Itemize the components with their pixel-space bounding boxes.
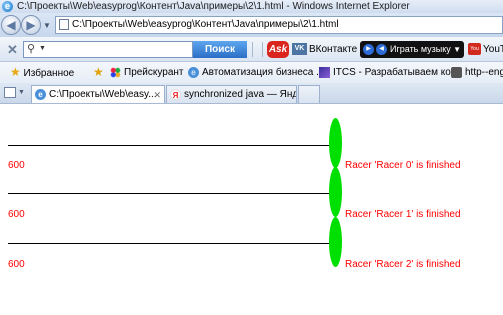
toolbar-separator — [262, 42, 263, 57]
vk-icon: VK — [292, 43, 307, 56]
tab-yandex[interactable]: Я synchronized java — Янде... — [166, 85, 297, 103]
address-url[interactable]: C:\Проекты\Web\easyprog\Контент\Java\при… — [72, 19, 339, 30]
race-track-line — [8, 145, 337, 146]
quick-tabs-icon[interactable] — [4, 87, 16, 98]
forward-button[interactable]: ▶ — [21, 15, 41, 35]
favorite-link-label: Автоматизация бизнеса ... — [202, 67, 325, 78]
internet-explorer-icon: e — [2, 1, 13, 12]
play-music-label: Играть музыку — [390, 44, 451, 54]
music-player[interactable]: ▶ ◀ Играть музыку ▼ — [360, 41, 464, 58]
yandex-icon: Я — [170, 89, 181, 100]
racer-ellipse — [329, 217, 342, 267]
racer-position: 600 — [8, 259, 25, 270]
chevron-down-icon[interactable]: ▼ — [453, 41, 461, 58]
favorite-link[interactable]: e Автоматизация бизнеса ... — [188, 62, 325, 83]
search-toolbar: ✕ ⚲ ▼ Поиск Ask VK ВКонтакте ▶ ◀ Играть м… — [0, 37, 503, 62]
star-icon: ★ — [10, 65, 21, 79]
favorite-link-label: Прейскурант — [124, 67, 184, 78]
address-row: ◀ ▶ ▼ C:\Проекты\Web\easyprog\Контент\Ja… — [0, 13, 503, 37]
arrow-left-icon: ◀ — [6, 18, 16, 32]
tab-bar: ▼ e C:\Проекты\Web\easy... ✕ Я synchroni… — [0, 83, 503, 104]
colored-dots-icon — [110, 66, 121, 78]
itcs-icon — [319, 66, 330, 78]
race-track-line — [8, 193, 337, 194]
racer-ellipse — [329, 118, 342, 168]
racer-ellipse — [329, 167, 342, 217]
vkontakte-label: ВКонтакте — [309, 44, 358, 55]
search-icon: ⚲ — [27, 43, 36, 55]
volume-icon[interactable]: ◀ — [376, 44, 387, 55]
arrow-right-icon: ▶ — [26, 18, 36, 32]
search-button[interactable]: Поиск — [193, 41, 247, 58]
window-title-bar: e C:\Проекты\Web\easyprog\Контент\Java\п… — [0, 0, 503, 13]
add-favorite-icon[interactable]: ★ — [93, 62, 104, 84]
favorite-link[interactable]: Прейскурант — [110, 62, 184, 83]
race-track-line — [8, 243, 337, 244]
favorites-button[interactable]: ★ Избранное — [10, 62, 74, 84]
favorites-bar: ★ Избранное ★ Прейскурант e Автоматизация… — [0, 62, 503, 83]
ie-page-icon: e — [35, 89, 46, 100]
racer-status: Racer 'Racer 1' is finished — [345, 209, 461, 220]
page-content: 600 Racer 'Racer 0' is finished 600 Race… — [0, 104, 503, 315]
favorite-link[interactable]: http--eng — [451, 62, 503, 83]
ask-icon[interactable]: Ask — [267, 41, 289, 58]
address-bar[interactable]: C:\Проекты\Web\easyprog\Контент\Java\при… — [55, 16, 503, 34]
youtube-icon: You — [468, 43, 481, 56]
vkontakte-button[interactable]: VK ВКонтакте — [292, 41, 357, 58]
tab-label: C:\Проекты\Web\easy... — [49, 89, 157, 100]
recent-pages-dropdown[interactable]: ▼ — [43, 21, 51, 30]
chevron-down-icon[interactable]: ▼ — [39, 45, 46, 52]
tab-current[interactable]: e C:\Проекты\Web\easy... ✕ — [31, 85, 165, 103]
racer-status: Racer 'Racer 0' is finished — [345, 160, 461, 171]
toolbar-separator — [252, 42, 253, 57]
favorite-link[interactable]: ITCS - Разрабатываем ко... — [319, 62, 459, 83]
window-title: C:\Проекты\Web\easyprog\Контент\Java\при… — [17, 1, 410, 12]
tab-list-dropdown-icon[interactable]: ▼ — [18, 89, 25, 96]
new-tab-button[interactable] — [298, 85, 320, 103]
racer-status: Racer 'Racer 2' is finished — [345, 259, 461, 270]
play-icon[interactable]: ▶ — [363, 44, 374, 55]
ie-page-icon: e — [188, 66, 199, 78]
back-button[interactable]: ◀ — [1, 15, 21, 35]
favorite-link-label: ITCS - Разрабатываем ко... — [333, 67, 460, 78]
youtube-label: YouT — [483, 44, 503, 55]
close-toolbar-icon[interactable]: ✕ — [7, 42, 18, 58]
racer-position: 600 — [8, 160, 25, 171]
favorites-label: Избранное — [23, 68, 75, 79]
favorite-link-label: http--eng — [465, 67, 503, 78]
racer-position: 600 — [8, 209, 25, 220]
page-icon — [59, 19, 69, 30]
search-input[interactable]: ⚲ ▼ — [23, 41, 193, 58]
close-tab-icon[interactable]: ✕ — [153, 86, 161, 103]
tab-label: synchronized java — Янде... — [184, 89, 297, 100]
youtube-button[interactable]: You YouT — [468, 41, 503, 58]
camera-icon — [451, 66, 462, 78]
